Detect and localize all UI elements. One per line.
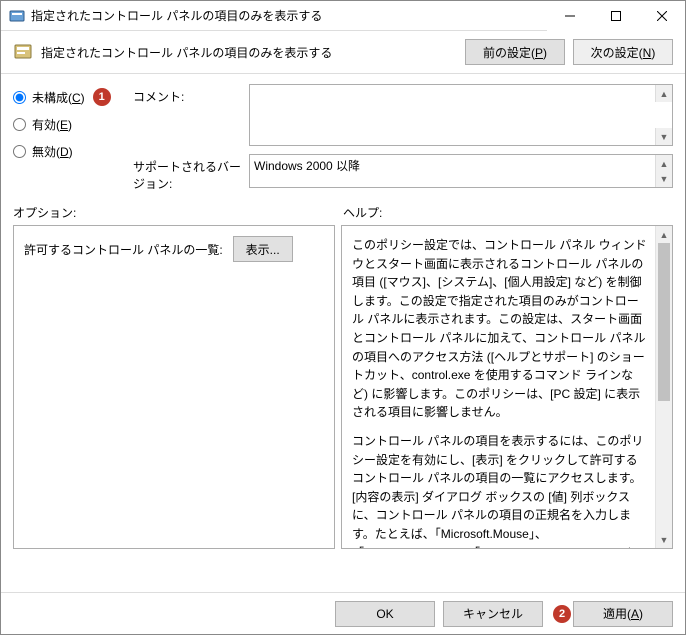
show-list-button[interactable]: 表示... xyxy=(233,236,293,262)
window-title: 指定されたコントロール パネルの項目のみを表示する xyxy=(31,7,547,24)
help-panel: このポリシー設定では、コントロール パネル ウィンドウとスタート画面に表示される… xyxy=(341,225,673,549)
scroll-up-icon[interactable]: ▲ xyxy=(656,226,672,243)
supported-version-value: Windows 2000 以降 xyxy=(254,159,360,173)
supported-version-label: サポートされるバージョン: xyxy=(133,154,243,192)
options-panel: 許可するコントロール パネルの一覧: 表示... xyxy=(13,225,335,549)
next-setting-button: 次の設定(N) xyxy=(573,39,673,65)
policy-title: 指定されたコントロール パネルの項目のみを表示する xyxy=(41,44,465,61)
radio-not-configured[interactable]: 未構成(C) 1 xyxy=(13,88,133,106)
policy-icon xyxy=(13,42,33,62)
scroll-track[interactable] xyxy=(656,243,672,531)
close-button[interactable] xyxy=(639,1,685,31)
scroll-up-icon: ▲ xyxy=(655,85,672,102)
supported-version-box: Windows 2000 以降 ▲ ▼ xyxy=(249,154,673,188)
minimize-button[interactable] xyxy=(547,1,593,31)
apply-button[interactable]: 適用(A) xyxy=(573,601,673,627)
radio-enabled-input[interactable] xyxy=(13,118,26,131)
app-icon xyxy=(9,8,25,24)
allowed-list-label: 許可するコントロール パネルの一覧: xyxy=(24,241,223,258)
radio-disabled-input[interactable] xyxy=(13,145,26,158)
annotation-badge-1: 1 xyxy=(93,88,111,106)
radio-enabled[interactable]: 有効(E) xyxy=(13,116,133,133)
help-text: このポリシー設定では、コントロール パネル ウィンドウとスタート画面に表示される… xyxy=(352,236,662,549)
comment-textarea[interactable]: ▲ ▼ xyxy=(249,84,673,146)
scroll-thumb[interactable] xyxy=(658,243,670,401)
scroll-down-icon: ▼ xyxy=(655,170,672,187)
help-section-label: ヘルプ: xyxy=(343,204,673,221)
ok-button[interactable]: OK xyxy=(335,601,435,627)
previous-setting-button[interactable]: 前の設定(P) xyxy=(465,39,565,65)
radio-disabled[interactable]: 無効(D) xyxy=(13,143,133,160)
comment-label: コメント: xyxy=(133,84,243,105)
radio-not-configured-input[interactable] xyxy=(13,91,26,104)
options-section-label: オプション: xyxy=(13,204,343,221)
help-scrollbar[interactable]: ▲ ▼ xyxy=(655,226,672,548)
scroll-down-icon[interactable]: ▼ xyxy=(656,531,672,548)
cancel-button[interactable]: キャンセル xyxy=(443,601,543,627)
annotation-badge-2: 2 xyxy=(553,605,571,623)
scroll-down-icon: ▼ xyxy=(655,128,672,145)
maximize-button[interactable] xyxy=(593,1,639,31)
